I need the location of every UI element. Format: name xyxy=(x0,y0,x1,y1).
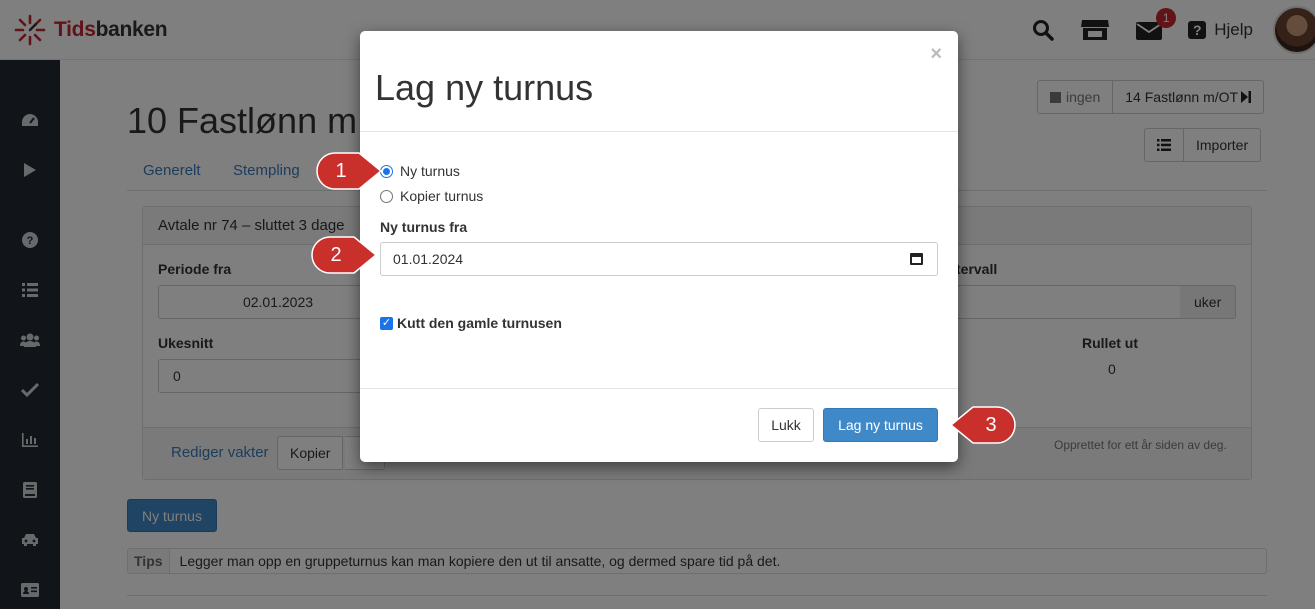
radio-ny-turnus-label: Ny turnus xyxy=(400,163,460,179)
close-icon[interactable]: × xyxy=(930,43,942,66)
calendar-icon[interactable] xyxy=(910,253,923,265)
from-date-label: Ny turnus fra xyxy=(380,219,468,235)
from-date-value: 01.01.2024 xyxy=(393,251,464,267)
lag-ny-turnus-button[interactable]: Lag ny turnus xyxy=(823,408,938,442)
callout-3: 3 xyxy=(946,406,1016,444)
new-schedule-dialog: × Lag ny turnus Ny turnus Kopier turnus … xyxy=(360,31,958,462)
dialog-title: Lag ny turnus xyxy=(375,67,594,108)
cut-old-schedule-checkbox[interactable]: ✓ Kutt den gamle turnusen xyxy=(380,315,562,331)
radio-kopier-turnus[interactable]: Kopier turnus xyxy=(380,188,483,204)
radio-ny-turnus[interactable]: Ny turnus xyxy=(380,163,460,179)
cut-old-schedule-label: Kutt den gamle turnusen xyxy=(397,315,562,331)
callout-1-label: 1 xyxy=(335,159,347,182)
divider xyxy=(360,131,958,132)
callout-2: 2 xyxy=(311,236,381,274)
divider xyxy=(360,388,958,389)
radio-kopier-turnus-label: Kopier turnus xyxy=(400,188,484,204)
from-date-input[interactable]: 01.01.2024 xyxy=(380,242,938,276)
radio-unchecked[interactable] xyxy=(380,189,393,203)
checkbox-checked[interactable]: ✓ xyxy=(380,316,393,330)
callout-1: 1 xyxy=(316,152,386,190)
callout-2-label: 2 xyxy=(330,243,342,266)
callout-3-label: 3 xyxy=(985,413,997,436)
lukk-button[interactable]: Lukk xyxy=(758,408,814,442)
